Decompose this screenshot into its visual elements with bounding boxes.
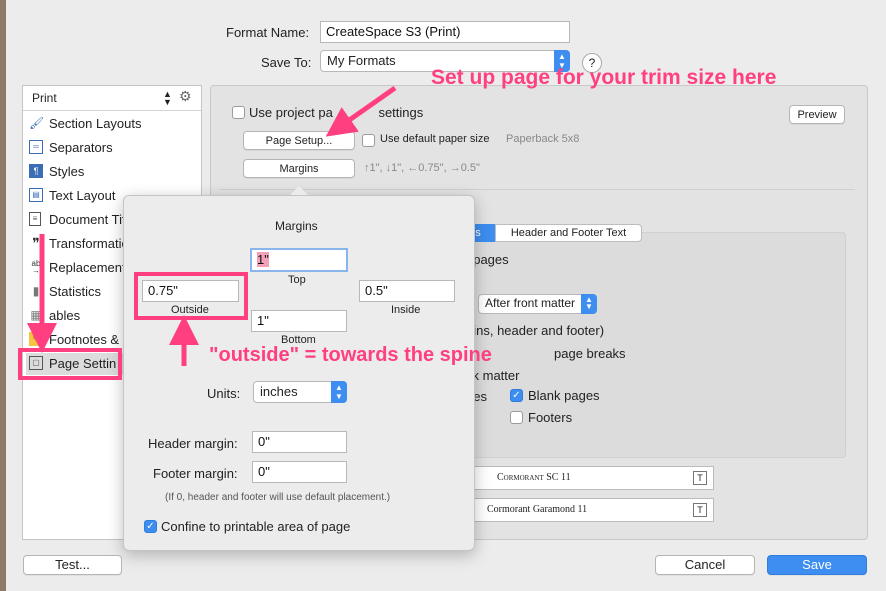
annotation-arrows [27,85,397,366]
arrow-to-page-setup [325,85,397,137]
